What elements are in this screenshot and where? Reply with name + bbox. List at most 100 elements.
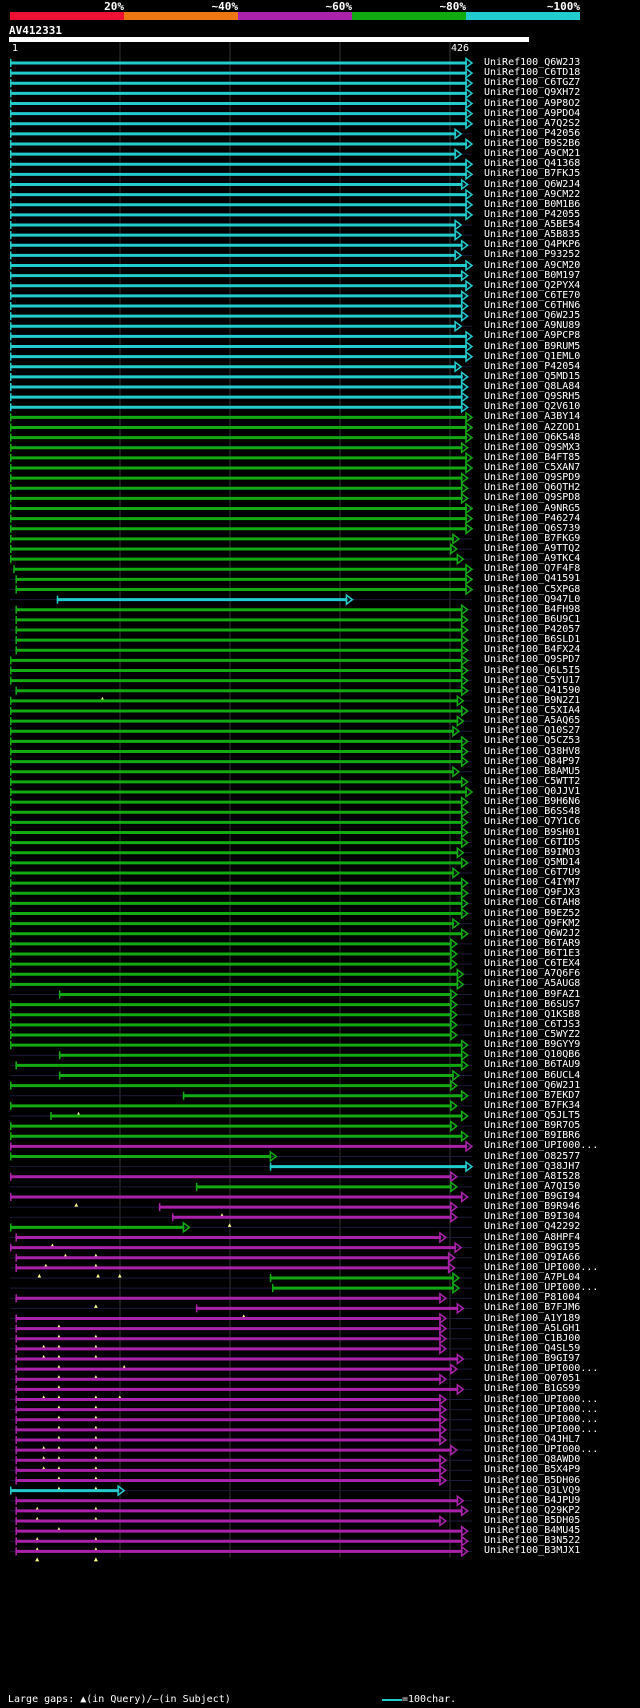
hit-row bbox=[10, 1079, 472, 1092]
hit-bar bbox=[10, 183, 463, 186]
hit-bar bbox=[10, 760, 463, 764]
hit-bar bbox=[10, 496, 463, 500]
hit-bar bbox=[15, 1529, 463, 1533]
hit-start-tick bbox=[10, 291, 12, 300]
hit-bar bbox=[10, 284, 467, 288]
hit-row bbox=[10, 381, 472, 393]
hit-start-tick bbox=[10, 1193, 12, 1201]
hit-row bbox=[10, 725, 472, 738]
hit-bar bbox=[10, 1124, 452, 1128]
hit-row bbox=[10, 867, 472, 879]
hit-bar bbox=[10, 901, 463, 905]
hit-bar bbox=[182, 1094, 463, 1098]
hit-bar bbox=[15, 1387, 459, 1391]
hit-bar bbox=[10, 314, 463, 318]
hit-bar bbox=[10, 203, 467, 207]
hit-start-tick bbox=[15, 1344, 17, 1353]
hit-bar bbox=[10, 557, 459, 561]
hit-bar bbox=[10, 91, 467, 95]
hit-start-tick bbox=[10, 504, 12, 513]
hit-bar bbox=[271, 1286, 454, 1290]
hit-start-tick bbox=[158, 1203, 161, 1212]
hit-start-tick bbox=[10, 271, 12, 280]
hit-bar bbox=[15, 588, 467, 591]
hit-start-tick bbox=[10, 727, 12, 736]
hit-row bbox=[10, 1180, 472, 1193]
hit-bar bbox=[15, 1398, 441, 1401]
hit-bar bbox=[15, 577, 467, 581]
hit-row bbox=[10, 1272, 472, 1284]
hit-row bbox=[10, 168, 474, 181]
hit-start-tick bbox=[15, 1506, 17, 1515]
hit-bar bbox=[10, 699, 459, 703]
hit-start-tick bbox=[10, 788, 12, 796]
hit-start-tick bbox=[10, 1010, 12, 1019]
hit-row bbox=[10, 826, 472, 839]
hit-row bbox=[10, 998, 472, 1011]
hit-start-tick bbox=[10, 919, 12, 928]
hit-start-tick bbox=[15, 626, 17, 634]
hit-row bbox=[10, 765, 472, 778]
hit-bar bbox=[10, 193, 467, 197]
hit-bar bbox=[10, 831, 463, 834]
hit-bar bbox=[10, 415, 467, 419]
hit-start-tick bbox=[10, 747, 12, 756]
hit-start-tick bbox=[10, 89, 12, 98]
hit-row bbox=[10, 603, 472, 616]
hit-start-tick bbox=[15, 615, 17, 624]
hit-start-tick bbox=[10, 241, 12, 250]
hit-bar bbox=[15, 1317, 441, 1320]
hit-row bbox=[10, 705, 472, 717]
hit-row bbox=[10, 877, 472, 890]
hit-row bbox=[10, 634, 472, 647]
hit-start-tick bbox=[15, 1405, 17, 1414]
hit-bar bbox=[10, 780, 463, 784]
hit-row bbox=[10, 684, 472, 701]
hit-row bbox=[10, 654, 472, 667]
hit-start-tick bbox=[10, 909, 12, 918]
hit-start-tick bbox=[10, 231, 12, 240]
hit-row bbox=[10, 289, 472, 302]
hit-row bbox=[10, 1029, 472, 1041]
hit-start-tick bbox=[15, 686, 17, 695]
hit-start-tick bbox=[10, 1486, 12, 1495]
hit-start-tick bbox=[10, 777, 12, 786]
hit-start-tick bbox=[10, 757, 12, 766]
hit-bar bbox=[15, 1063, 463, 1067]
hit-start-tick bbox=[58, 1071, 61, 1080]
hit-bar bbox=[15, 1347, 441, 1351]
footer-scale-icon bbox=[382, 1699, 402, 1701]
hit-row bbox=[10, 462, 474, 474]
gap-marker bbox=[93, 1557, 98, 1562]
hit-bar bbox=[15, 1256, 450, 1260]
hit-start-tick bbox=[15, 1456, 17, 1465]
hit-row bbox=[10, 1434, 472, 1450]
hit-bar bbox=[15, 1499, 459, 1503]
hit-bar bbox=[10, 739, 463, 743]
hit-row bbox=[10, 1342, 472, 1359]
hit-bar bbox=[10, 820, 463, 824]
hit-row bbox=[10, 259, 474, 272]
hit-start-tick bbox=[15, 1395, 17, 1404]
hit-row bbox=[10, 1241, 472, 1258]
hit-row bbox=[10, 1231, 472, 1248]
hit-label[interactable]: UniRef100_B3MJX1 bbox=[484, 1545, 580, 1556]
hit-start-tick bbox=[10, 939, 12, 948]
hit-bar bbox=[15, 1468, 441, 1472]
hit-start-tick bbox=[10, 798, 12, 807]
hit-bar bbox=[10, 841, 463, 845]
hit-bar bbox=[15, 1438, 441, 1442]
hit-bar bbox=[10, 932, 463, 936]
hit-start-tick bbox=[15, 585, 17, 594]
hit-bar bbox=[15, 648, 463, 652]
hit-row bbox=[10, 421, 474, 434]
hit-bar bbox=[10, 71, 467, 75]
hit-row bbox=[10, 664, 472, 677]
hit-start-tick bbox=[15, 575, 17, 584]
hit-bar bbox=[10, 446, 463, 450]
hit-start-tick bbox=[10, 1081, 12, 1090]
hit-row bbox=[10, 1423, 472, 1440]
hit-bar bbox=[10, 942, 452, 946]
hit-start-tick bbox=[10, 1152, 12, 1161]
hit-row bbox=[10, 1251, 472, 1268]
